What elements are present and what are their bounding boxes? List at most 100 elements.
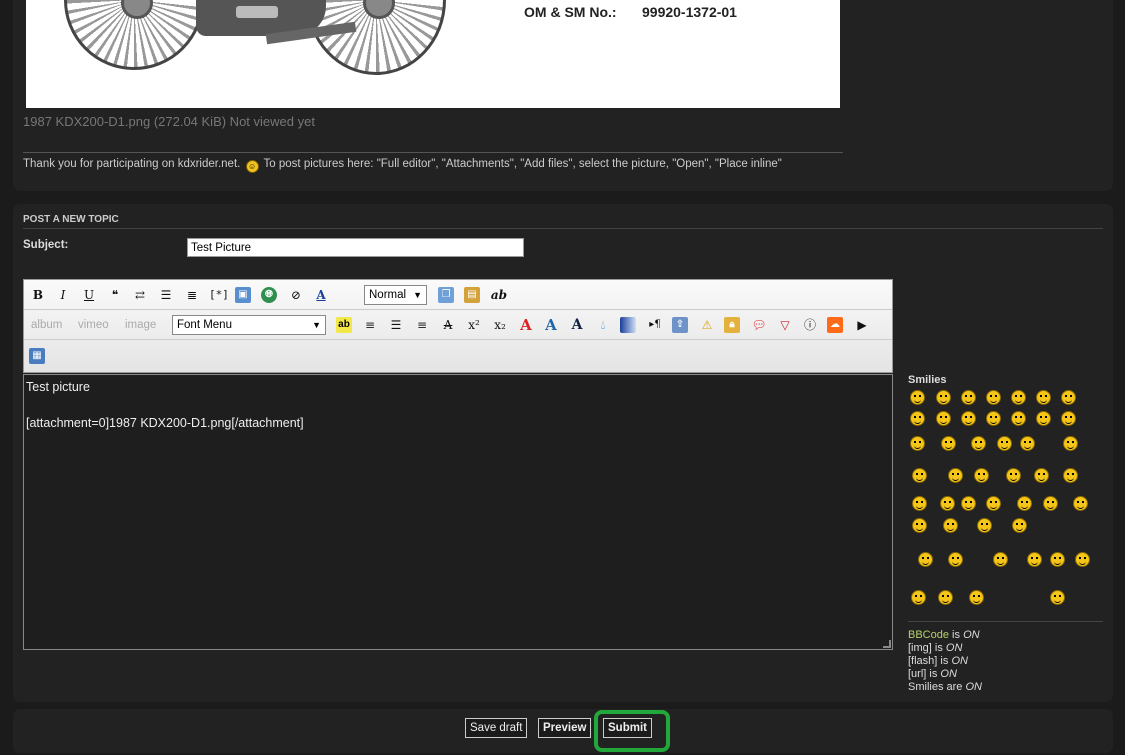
smiley-icon[interactable]	[1017, 496, 1032, 511]
align-justify-icon[interactable]: ☰	[387, 316, 405, 334]
smilies-state: ON	[965, 681, 982, 693]
vimeo-button[interactable]: vimeo	[78, 319, 109, 331]
smiley-icon[interactable]	[910, 411, 925, 426]
save-draft-button[interactable]: Save draft	[465, 718, 528, 738]
smiley-icon[interactable]	[977, 518, 992, 533]
font-size-select[interactable]: Normal ▼	[364, 285, 427, 305]
smiley-icon[interactable]	[986, 411, 1001, 426]
drop-icon[interactable]: 💧︎	[594, 316, 612, 334]
smiley-icon[interactable]	[943, 518, 958, 533]
ordered-list-icon[interactable]: ≣	[183, 286, 201, 304]
album-button[interactable]: album	[31, 319, 62, 331]
smiley-icon[interactable]	[961, 411, 976, 426]
smiley-icon[interactable]	[1050, 552, 1065, 567]
bbcode-link[interactable]: BBCode	[908, 629, 949, 641]
gradient-icon[interactable]	[620, 317, 636, 333]
upload-icon[interactable]: ⇪	[672, 317, 688, 333]
smiley-icon[interactable]	[941, 436, 956, 451]
attachment-image[interactable]: OM & SM No.: 99920-1372-01	[26, 0, 840, 108]
resize-handle[interactable]	[883, 640, 891, 648]
soundcloud-icon[interactable]: ☁	[827, 317, 843, 333]
smiley-icon[interactable]	[986, 496, 1001, 511]
smiley-icon[interactable]	[1027, 552, 1042, 567]
smiley-icon[interactable]	[1043, 496, 1058, 511]
smiley-icon[interactable]	[986, 390, 1001, 405]
font-family-select[interactable]: Font Menu ▼	[172, 315, 326, 335]
align-center-icon[interactable]: ≡	[361, 316, 379, 334]
smiley-icon[interactable]	[1061, 390, 1076, 405]
table-icon[interactable]: ▦	[29, 348, 45, 364]
smiley-icon[interactable]	[1061, 411, 1076, 426]
smiley-icon[interactable]	[993, 552, 1008, 567]
smiley-icon[interactable]	[1006, 468, 1021, 483]
list-item-icon[interactable]: [*]	[209, 286, 229, 304]
smiley-icon[interactable]	[938, 590, 953, 605]
preview-button[interactable]: Preview	[538, 718, 592, 738]
code-icon[interactable]: ⇄	[131, 286, 149, 304]
superscript-icon[interactable]: x²	[465, 316, 483, 334]
image-icon[interactable]: ▣	[235, 287, 251, 303]
spoiler-icon[interactable]: ▽	[776, 316, 794, 334]
subject-label: Subject:	[23, 239, 69, 251]
smiley-icon[interactable]	[974, 468, 989, 483]
smiley-icon[interactable]	[1011, 411, 1026, 426]
text-shadow-icon[interactable]: A	[542, 316, 560, 334]
paste-icon[interactable]: ▤	[464, 287, 480, 303]
smiley-icon[interactable]	[936, 411, 951, 426]
smiley-icon[interactable]	[969, 590, 984, 605]
smiley-icon[interactable]	[918, 552, 933, 567]
font-color-icon[interactable]: A	[312, 286, 330, 304]
video-play-icon[interactable]: ▶	[853, 316, 871, 334]
smiley-icon[interactable]	[961, 496, 976, 511]
warning-icon[interactable]: ⚠	[698, 316, 716, 334]
text-outline-icon[interactable]: A	[517, 316, 535, 334]
text-glow-icon[interactable]: A	[568, 316, 586, 334]
smiley-icon[interactable]	[1063, 436, 1078, 451]
speech-bubble-icon[interactable]: 💬︎	[750, 316, 768, 334]
smiley-icon[interactable]	[1063, 468, 1078, 483]
smiley-icon[interactable]	[1050, 590, 1065, 605]
highlight-icon[interactable]: ab	[336, 317, 352, 333]
smiley-icon[interactable]	[1034, 468, 1049, 483]
lock-icon[interactable]: 🔒︎	[724, 317, 740, 333]
smiley-icon[interactable]	[1073, 496, 1088, 511]
replace-icon[interactable]: ab	[488, 286, 510, 304]
smiley-icon[interactable]	[997, 436, 1012, 451]
list-icon[interactable]: ☰	[157, 286, 175, 304]
smiley-icon[interactable]	[912, 468, 927, 483]
notice-text-after: To post pictures here: "Full editor", "A…	[263, 158, 782, 170]
strikethrough-icon[interactable]: A	[439, 316, 457, 334]
flash-icon[interactable]: ⊘	[287, 286, 305, 304]
subject-input[interactable]	[187, 238, 524, 257]
smiley-icon[interactable]	[971, 436, 986, 451]
smiley-icon[interactable]	[911, 590, 926, 605]
smiley-icon[interactable]	[948, 552, 963, 567]
link-icon[interactable]: 🌐︎	[261, 287, 277, 303]
smiley-icon[interactable]	[961, 390, 976, 405]
direction-icon[interactable]: ▸¶	[646, 316, 664, 334]
bold-button[interactable]: B	[29, 286, 47, 304]
image-button[interactable]: image	[125, 319, 156, 331]
smiley-icon[interactable]	[948, 468, 963, 483]
align-right-icon[interactable]: ≡	[413, 316, 431, 334]
subscript-icon[interactable]: x₂	[491, 316, 509, 334]
smiley-icon[interactable]	[910, 436, 925, 451]
smiley-icon[interactable]	[1036, 390, 1051, 405]
copy-icon[interactable]: ❐	[438, 287, 454, 303]
smiley-icon[interactable]	[910, 390, 925, 405]
smiley-icon[interactable]	[940, 496, 955, 511]
smiley-icon[interactable]	[912, 496, 927, 511]
smiley-icon[interactable]	[1020, 436, 1035, 451]
om-value: 99920-1372-01	[642, 4, 737, 20]
info-icon[interactable]: ⓘ	[801, 316, 819, 334]
smiley-icon[interactable]	[912, 518, 927, 533]
smiley-icon[interactable]	[1036, 411, 1051, 426]
smiley-icon[interactable]	[1075, 552, 1090, 567]
italic-button[interactable]: I	[54, 286, 72, 304]
underline-button[interactable]: U	[80, 286, 98, 304]
message-textarea[interactable]: Test picture [attachment=0]1987 KDX200-D…	[23, 374, 893, 650]
smiley-icon[interactable]	[936, 390, 951, 405]
quote-icon[interactable]: ❝	[106, 286, 124, 304]
smiley-icon[interactable]	[1012, 518, 1027, 533]
smiley-icon[interactable]	[1011, 390, 1026, 405]
